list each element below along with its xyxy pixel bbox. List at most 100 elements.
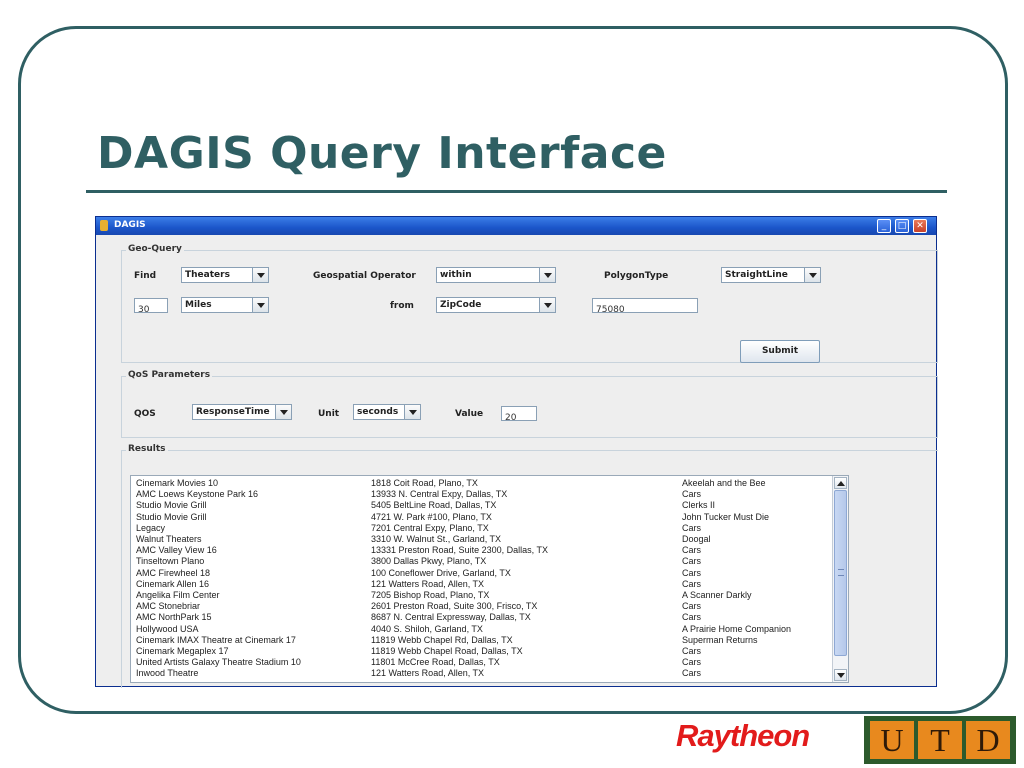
geo-query-label: Geo-Query [126, 244, 184, 254]
chevron-down-icon[interactable] [252, 298, 268, 312]
from-label: from [390, 301, 414, 311]
maximize-icon[interactable]: □ [895, 219, 909, 233]
list-item[interactable]: AMC NorthPark 15 8687 N. Central Expressw… [131, 612, 831, 623]
list-item[interactable]: United Artists Galaxy Theatre Stadium 10… [131, 657, 831, 668]
distance-unit-select[interactable]: Miles [181, 297, 269, 313]
list-item[interactable]: Legacy 7201 Central Expy, Plano, TX Cars [131, 523, 831, 534]
close-icon[interactable]: ✕ [913, 219, 927, 233]
theater-address: 1818 Coit Road, Plano, TX [371, 478, 478, 488]
scrollbar-thumb[interactable] [834, 490, 847, 656]
qos-value-field[interactable] [501, 406, 537, 425]
movie-title: Cars [682, 601, 702, 612]
theater-address: 13933 N. Central Expy, Dallas, TX [371, 489, 508, 500]
chevron-down-icon[interactable] [252, 268, 268, 282]
distance-input[interactable] [135, 303, 167, 317]
polygon-type-label: PolygonType [604, 271, 669, 281]
list-item[interactable]: Studio Movie Grill 4721 W. Park #100, Pla… [131, 512, 831, 523]
chevron-down-icon[interactable] [404, 405, 420, 419]
zip-field[interactable] [592, 298, 698, 317]
theater-name: Studio Movie Grill [136, 500, 207, 511]
theater-name: Angelika Film Center [136, 590, 220, 600]
utd-logo-u: U [870, 721, 914, 759]
submit-button[interactable]: Submit [740, 340, 820, 363]
list-item[interactable]: AMC Loews Keystone Park 16 13933 N. Centr… [131, 489, 831, 500]
list-item[interactable]: Angelika Film Center 7205 Bishop Road, Pl… [131, 590, 831, 601]
theater-name: United Artists Galaxy Theatre Stadium 10 [136, 657, 301, 668]
distance-unit-value: Miles [185, 300, 212, 310]
window-title: DAGIS [114, 220, 146, 230]
from-select[interactable]: ZipCode [436, 297, 556, 313]
chevron-down-icon[interactable] [275, 405, 291, 419]
minimize-icon[interactable]: _ [877, 219, 891, 233]
list-item[interactable]: Cinemark Movies 10 1818 Coit Road, Plano,… [131, 478, 831, 489]
qos-unit-select[interactable]: seconds [353, 404, 421, 420]
window-content: Geo-Query Find Theaters Miles Geospatial… [96, 235, 938, 688]
theater-name: AMC Loews Keystone Park 16 [136, 489, 259, 500]
results-scrollbar[interactable] [832, 476, 848, 682]
qos-select[interactable]: ResponseTime [192, 404, 292, 420]
theater-address: 11819 Webb Chapel Rd, Dallas, TX [371, 634, 513, 645]
theater-address: 100 Coneflower Drive, Garland, TX [371, 567, 511, 578]
theater-name: Tinseltown Plano [136, 556, 205, 567]
title-divider [86, 190, 947, 193]
theater-address: 13331 Preston Road, Suite 2300, Dallas, … [371, 545, 548, 556]
list-item[interactable]: Hollywood USA 4040 S. Shiloh, Garland, TX… [131, 624, 831, 635]
theater-name: Walnut Theaters [136, 534, 202, 544]
chevron-down-icon[interactable] [539, 298, 555, 312]
movie-title: Clerks II [682, 500, 716, 511]
scroll-up-icon[interactable] [834, 477, 847, 489]
results-list[interactable]: Cinemark Movies 10 1818 Coit Road, Plano,… [130, 475, 849, 683]
theater-name: AMC Stonebriar [136, 601, 201, 612]
list-item[interactable]: AMC Firewheel 18 100 Coneflower Drive, Ga… [131, 568, 831, 579]
utd-logo: U T D [864, 716, 1016, 764]
list-item[interactable]: AMC Stonebriar 2601 Preston Road, Suite 3… [131, 601, 831, 612]
theater-name: AMC Firewheel 18 [136, 567, 211, 578]
zip-input[interactable] [593, 303, 697, 317]
results-label: Results [126, 444, 168, 454]
movie-title: A Scanner Darkly [682, 590, 752, 600]
scroll-down-icon[interactable] [834, 669, 847, 681]
dagis-window: DAGIS _ □ ✕ Geo-Query Find Theaters Mile… [95, 216, 938, 688]
qos-value-input[interactable] [502, 411, 536, 425]
polygon-type-select[interactable]: StraightLine [721, 267, 821, 283]
theater-address: 7201 Central Expy, Plano, TX [371, 522, 489, 533]
operator-select[interactable]: within [436, 267, 556, 283]
window-titlebar[interactable]: DAGIS _ □ ✕ [96, 217, 936, 235]
movie-title: Cars [682, 646, 702, 656]
find-select[interactable]: Theaters [181, 267, 269, 283]
theater-name: Legacy [136, 522, 166, 533]
list-item[interactable]: Cinemark Allen 16 121 Watters Road, Allen… [131, 579, 831, 590]
chevron-down-icon[interactable] [539, 268, 555, 282]
utd-logo-t: T [918, 721, 962, 759]
movie-title: A Prairie Home Companion [682, 623, 792, 634]
theater-name: Inwood Theatre [136, 668, 199, 679]
theater-name: Cinemark Movies 10 [136, 478, 219, 488]
theater-name: AMC Valley View 16 [136, 545, 217, 556]
theater-address: 4721 W. Park #100, Plano, TX [371, 511, 492, 522]
list-item[interactable]: Studio Movie Grill 5405 BeltLine Road, Da… [131, 500, 831, 511]
geo-query-group: Geo-Query Find Theaters Miles Geospatial… [121, 244, 938, 363]
value-label: Value [455, 409, 484, 419]
theater-name: Hollywood USA [136, 623, 199, 634]
theater-address: 121 Watters Road, Allen, TX [371, 668, 485, 679]
operator-select-value: within [440, 270, 472, 280]
list-item[interactable]: Cinemark Megaplex 17 11819 Webb Chapel Ro… [131, 646, 831, 657]
qos-parameters-label: QoS Parameters [126, 370, 213, 380]
theater-address: 3310 W. Walnut St., Garland, TX [371, 534, 502, 544]
list-item[interactable]: Walnut Theaters 3310 W. Walnut St., Garla… [131, 534, 831, 545]
theater-address: 11819 Webb Chapel Road, Dallas, TX [371, 646, 523, 656]
list-item[interactable]: Cinemark IMAX Theatre at Cinemark 17 1181… [131, 635, 831, 646]
movie-title: Cars [682, 668, 702, 679]
geospatial-operator-label: Geospatial Operator [313, 271, 416, 281]
theater-address: 8687 N. Central Expressway, Dallas, TX [371, 612, 531, 623]
list-item[interactable]: Inwood Theatre 121 Watters Road, Allen, T… [131, 668, 831, 679]
movie-title: Doogal [682, 534, 711, 544]
movie-title: Cars [682, 657, 702, 668]
distance-field[interactable] [134, 298, 168, 317]
chevron-down-icon[interactable] [804, 268, 820, 282]
theater-name: Cinemark Allen 16 [136, 578, 210, 589]
qos-unit-value: seconds [357, 407, 399, 417]
list-item[interactable]: Tinseltown Plano 3800 Dallas Pkwy, Plano,… [131, 556, 831, 567]
list-item[interactable]: AMC Valley View 16 13331 Preston Road, Su… [131, 545, 831, 556]
theater-address: 11801 McCree Road, Dallas, TX [371, 657, 500, 668]
